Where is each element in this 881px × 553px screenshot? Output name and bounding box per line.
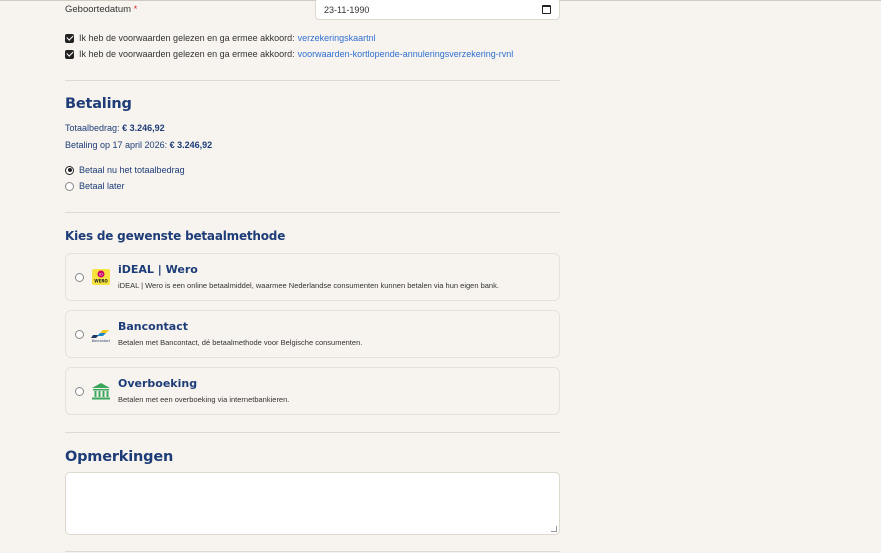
pay-now-radio[interactable] [65, 165, 74, 175]
divider [65, 432, 560, 433]
calendar-icon[interactable] [542, 5, 551, 14]
total-amount-line: Totaalbedrag: € 3.246,92 [65, 123, 165, 133]
bancontact-radio[interactable] [75, 330, 84, 339]
overboeking-description: Betalen met een overboeking via internet… [118, 395, 290, 404]
divider [65, 212, 560, 213]
ideal-radio[interactable] [75, 273, 84, 282]
agreement-text-1: Ik heb de voorwaarden gelezen en ga erme… [79, 33, 295, 43]
payment-date-label: Betaling op 17 april 2026: [65, 140, 168, 150]
agreement-row-1: Ik heb de voorwaarden gelezen en ga erme… [65, 31, 376, 45]
overboeking-title: Overboeking [118, 377, 198, 390]
total-amount-label: Totaalbedrag: [65, 123, 120, 133]
pay-later-radio[interactable] [65, 181, 74, 191]
birthdate-label: Geboortedatum * [65, 4, 138, 15]
birthdate-input[interactable]: 23-11-1990 [315, 0, 560, 20]
payment-method-overboeking[interactable]: Overboeking Betalen met een overboeking … [65, 367, 560, 415]
bancontact-description: Betalen met Bancontact, dé betaalmethode… [118, 338, 363, 347]
remarks-heading: Opmerkingen [65, 449, 174, 465]
svg-text:WERO: WERO [94, 279, 108, 284]
resize-handle-icon[interactable] [551, 526, 557, 532]
overboeking-radio[interactable] [75, 387, 84, 396]
agreement-link-1[interactable]: verzekeringskaartnl [298, 33, 376, 43]
payment-method-ideal[interactable]: iD WERO iDEAL | Wero iDEAL | Wero is een… [65, 253, 560, 301]
payment-date-value: € 3.246,92 [169, 140, 213, 150]
birthdate-value: 23-11-1990 [324, 5, 370, 15]
remarks-textarea[interactable] [65, 472, 560, 535]
bancontact-logo-icon: Bancontact [91, 330, 111, 343]
ideal-wero-logo-icon: iD WERO [92, 269, 110, 285]
agreement-text-2: Ik heb de voorwaarden gelezen en ga erme… [79, 49, 295, 59]
svg-text:iD: iD [99, 273, 103, 277]
ideal-description: iDEAL | Wero is een online betaalmiddel,… [118, 281, 499, 290]
divider [65, 80, 560, 81]
payment-heading: Betaling [65, 96, 132, 112]
pay-now-option[interactable]: Betaal nu het totaalbedrag [65, 164, 185, 176]
pay-now-label: Betaal nu het totaalbedrag [79, 165, 185, 175]
agreement-link-2[interactable]: voorwaarden-kortlopende-annuleringsverze… [298, 49, 514, 59]
payment-date-line: Betaling op 17 april 2026: € 3.246,92 [65, 140, 212, 150]
svg-text:Bancontact: Bancontact [92, 339, 111, 343]
bank-icon [92, 383, 110, 400]
payment-method-bancontact[interactable]: Bancontact Bancontact Betalen met Bancon… [65, 310, 560, 358]
divider [65, 551, 560, 552]
agreement-checkbox-2[interactable] [65, 49, 74, 59]
ideal-title: iDEAL | Wero [118, 263, 198, 276]
payment-method-heading: Kies de gewenste betaalmethode [65, 229, 286, 243]
total-amount-value: € 3.246,92 [122, 123, 165, 133]
birthdate-row: Geboortedatum * 23-11-1990 [65, 0, 560, 21]
pay-later-label: Betaal later [79, 181, 125, 191]
agreement-checkbox-1[interactable] [65, 33, 74, 43]
pay-later-option[interactable]: Betaal later [65, 180, 125, 192]
bancontact-title: Bancontact [118, 320, 189, 333]
agreement-row-2: Ik heb de voorwaarden gelezen en ga erme… [65, 47, 513, 61]
